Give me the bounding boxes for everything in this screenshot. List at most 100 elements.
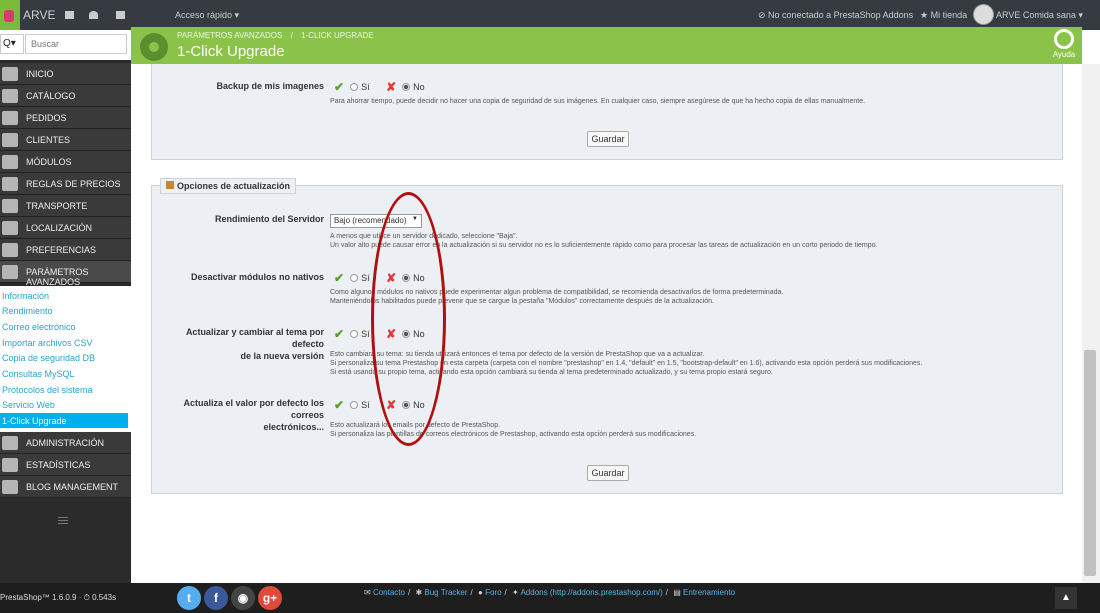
main-content: Backup de mis imagenes ✔ Sí ✘ No Para ahor… [131,64,1082,583]
save-button[interactable]: Guardar [587,465,629,481]
sidebar-item-catalogo[interactable]: Catálogo [0,85,131,107]
gear-icon [140,33,168,61]
submenu-item-copia-db[interactable]: Copia de seguridad DB [0,350,128,365]
scroll-top-button[interactable]: ▲ [1055,587,1077,609]
page-scrollbar[interactable] [1082,64,1100,583]
help-icon [1054,29,1074,49]
yes-label: Sí [361,82,370,92]
emails-help-2: Si personaliza las plantillas de correos… [330,431,697,438]
sidebar-item-administracion[interactable]: Administración [0,432,131,454]
sidebar-item-preferencias[interactable]: Preferencias [0,239,131,261]
training-link[interactable]: Entrenamiento [683,588,735,597]
user-menu[interactable]: ARVE Comida sana ▾ [996,10,1083,21]
theme-yes-radio[interactable] [350,330,359,338]
addons-status-link[interactable]: ⊘ No conectado a PrestaShop Addons [758,10,913,21]
scrollbar-thumb[interactable] [1084,350,1096,576]
sidebar-item-inicio[interactable]: Inicio [0,63,131,85]
forum-link[interactable]: Foro [485,588,501,597]
submenu-item-1click-upgrade[interactable]: 1-Click Upgrade [0,413,128,428]
page-header: PARÁMETROS AVANZADOS / 1-CLICK UPGRADE 1… [131,27,1082,64]
check-icon: ✔ [334,271,345,285]
users-icon [2,133,18,147]
page-title: 1-Click Upgrade [177,43,285,60]
backup-yes-radio[interactable] [350,83,359,91]
sidebar-item-blog-management[interactable]: Blog Management [0,476,131,498]
update-emails-label: Actualiza el valor por defecto los corre… [158,397,324,433]
sidebar-item-estadisticas[interactable]: Estadísticas [0,454,131,476]
check-icon: ✔ [334,80,345,94]
server-performance-label: Rendimiento del Servidor [214,214,324,224]
quick-access-menu[interactable]: Acceso rápido ▾ [175,10,239,21]
contact-link[interactable]: Contacto [373,588,405,597]
backup-images-switch: ✔ Sí ✘ No [334,80,425,94]
sidebar-item-parametros-avanzados[interactable]: Parámetros avanzados [0,261,131,287]
backup-images-label: Backup de mis imagenes [216,81,324,91]
separator: / [504,588,507,597]
mail-icon: ✉ [364,588,371,597]
submenu-item-rendimiento[interactable]: Rendimiento [0,303,128,318]
yes-label: Sí [361,273,370,283]
logo-icon [4,10,14,22]
twitter-icon[interactable]: t [177,586,201,610]
panel-legend: Opciones de actualización [160,178,297,194]
my-shop-link[interactable]: ★ Mi tienda [920,10,967,21]
pencil-icon [2,480,18,494]
yes-label: Sí [361,400,370,410]
sidebar-item-label: Preferencias [26,245,97,255]
avatar[interactable] [973,4,994,25]
breadcrumb-parent[interactable]: PARÁMETROS AVANZADOS [177,31,282,40]
modules-yes-radio[interactable] [350,274,359,282]
shop-name[interactable]: ARVE [23,8,55,22]
prestashop-logo[interactable] [0,0,20,30]
no-label: No [413,82,425,92]
submenu-item-informacion[interactable]: Información [0,288,128,303]
bug-icon: ✱ [415,588,423,597]
search-icon[interactable]: Q▾ [0,34,24,54]
sidebar-item-label: Parámetros avanzados [26,267,89,287]
sidebar-item-label: Reglas de precios [26,179,121,189]
gplus-icon[interactable]: g+ [258,586,282,610]
github-icon[interactable]: ◉ [231,586,255,610]
sidebar-item-label: Inicio [26,69,54,79]
menu-collapse-icon[interactable] [58,517,68,524]
submenu-item-protocolos[interactable]: Protocolos del sistema [0,382,128,397]
help-button[interactable]: Ayuda [1049,29,1079,62]
sidebar-item-localizacion[interactable]: Localización [0,217,131,239]
emails-yes-radio[interactable] [350,401,359,409]
search-input[interactable] [25,34,127,54]
submenu-parametros-avanzados: Información Rendimiento Correo electróni… [0,286,131,432]
cart-icon[interactable] [65,11,74,19]
update-options-panel: Opciones de actualización Rendimiento de… [151,178,1063,494]
dashboard-icon [2,67,18,81]
book-icon: ▤ [673,588,681,597]
footer: PrestaShop™ 1.6.0.9 · ⏱ 0.543s t f ◉ g+ … [0,583,1100,613]
submenu-item-importar-csv[interactable]: Importar archivos CSV [0,335,128,350]
bug-tracker-link[interactable]: Bug Tracker [424,588,467,597]
facebook-icon[interactable]: f [204,586,228,610]
sidebar: Inicio Catálogo Pedidos Clientes Módulos… [0,60,131,613]
backup-panel: Backup de mis imagenes ✔ Sí ✘ No Para ahor… [151,64,1063,160]
sidebar-item-clientes[interactable]: Clientes [0,129,131,151]
submenu-item-correo[interactable]: Correo electrónico [0,319,128,334]
footer-links: ✉ Contacto / ✱ Bug Tracker / ● Foro / ✦ Add… [364,588,735,597]
mail-icon[interactable] [116,11,125,19]
addons-link[interactable]: Addons (http://addons.prestashop.com/) [520,588,662,597]
sidebar-item-transporte[interactable]: Transporte [0,195,131,217]
sidebar-item-label: Pedidos [26,113,67,123]
submenu-item-servicio-web[interactable]: Servicio Web [0,397,128,412]
submenu-item-consultas-mysql[interactable]: Consultas MySQL [0,366,128,381]
check-icon: ✔ [334,327,345,341]
gear-icon [2,436,18,450]
user-icon[interactable] [89,11,98,19]
separator: / [665,588,669,597]
backup-help-text: Para ahorrar tiempo, puede decidir no ha… [330,98,866,105]
my-shop-text: Mi tienda [930,10,968,20]
sidebar-item-reglas-precios[interactable]: Reglas de precios [0,173,131,195]
sidebar-item-pedidos[interactable]: Pedidos [0,107,131,129]
credit-card-icon [2,111,18,125]
save-button[interactable]: Guardar [587,131,629,147]
theme-label-line1: Actualizar y cambiar al tema por defecto [185,327,324,349]
sidebar-item-modulos[interactable]: Módulos [0,151,131,173]
admin-search: Q▾ [0,34,128,54]
backup-no-radio[interactable] [402,83,411,91]
